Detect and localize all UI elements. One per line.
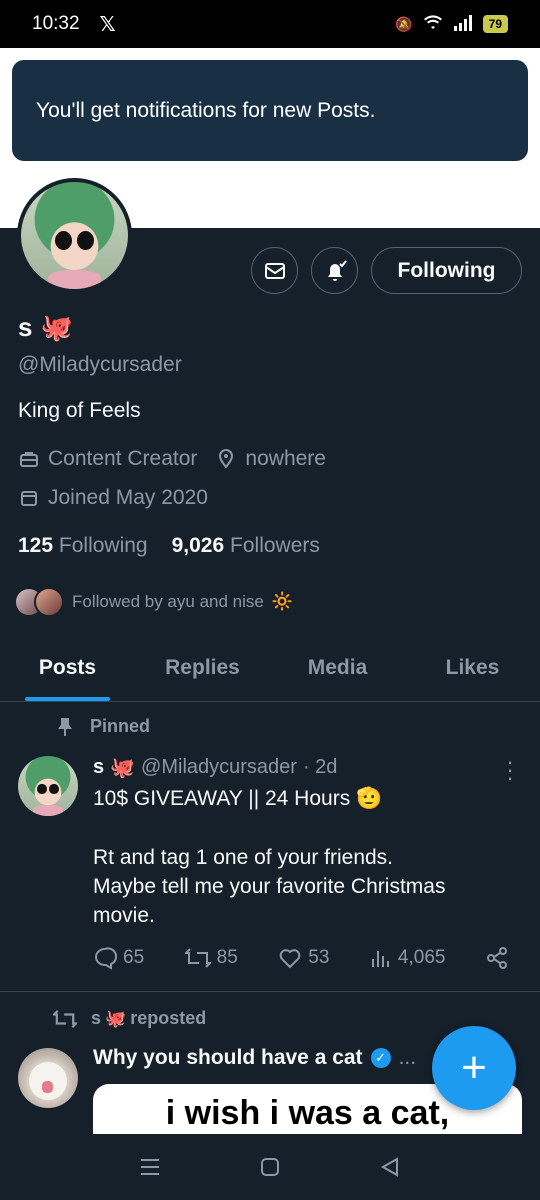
post-text-line: movie.	[93, 904, 155, 927]
profile-avatar[interactable]	[17, 178, 132, 293]
tab-replies[interactable]: Replies	[135, 640, 270, 701]
verified-badge-icon: ✓	[370, 1048, 391, 1068]
share-button[interactable]	[486, 946, 508, 970]
repost-icon	[53, 1009, 77, 1028]
followed-by-text: Followed by ayu and nise	[72, 592, 264, 611]
profile-tabs: Posts Replies Media Likes	[0, 640, 540, 702]
status-bar: 10:32 𝕏 🔕 79	[0, 0, 540, 48]
battery-icon: 79	[482, 15, 508, 33]
location-pin-icon	[215, 448, 237, 470]
post-actions: 65 85 53 4,065	[93, 946, 508, 970]
post-time: · 2d	[302, 756, 338, 778]
follow-counts: 125 Following 9,026 Followers	[18, 534, 320, 558]
pinned-label: Pinned	[56, 716, 150, 737]
profile-name: s 🐙	[18, 312, 73, 343]
following-count-link[interactable]: 125 Following	[18, 534, 148, 558]
message-button[interactable]	[251, 247, 298, 294]
follower-avatar	[34, 587, 64, 617]
compose-button[interactable]: +	[432, 1026, 516, 1110]
post-avatar[interactable]	[18, 756, 78, 816]
ellipsis: ...	[398, 1046, 417, 1069]
notification-toast: You'll get notifications for new Posts.	[12, 60, 528, 161]
reposted-post-header: Why you should have a cat ✓ ...	[93, 1046, 416, 1070]
post-text-line: Rt and tag 1 one of your friends.	[93, 846, 394, 869]
repost-button[interactable]: 85	[184, 946, 238, 970]
following-button[interactable]: Following	[371, 247, 522, 294]
bell-check-icon	[327, 259, 347, 281]
status-time: 10:32	[32, 13, 80, 34]
follower-avatars	[14, 587, 64, 617]
reposted-label: s 🐙 reposted	[53, 1008, 206, 1029]
profile-joined-row: Joined May 2020	[18, 486, 208, 510]
views-icon	[371, 951, 389, 967]
briefcase-icon	[18, 448, 40, 470]
post-author[interactable]: s	[93, 756, 104, 779]
status-icons: 🔕 79	[395, 14, 508, 34]
post-text-line: Maybe tell me your favorite Christmas	[93, 875, 446, 898]
tab-posts[interactable]: Posts	[0, 640, 135, 701]
profile-handle: @Miladycursader	[18, 353, 182, 376]
share-icon	[486, 947, 507, 969]
profile-location: nowhere	[245, 447, 326, 470]
toast-text: You'll get notifications for new Posts.	[36, 98, 376, 122]
wifi-icon	[423, 14, 443, 34]
profile-bio: King of Feels	[18, 399, 141, 422]
mail-icon	[264, 262, 285, 279]
post-text-line: 10$ GIVEAWAY || 24 Hours 🫡	[93, 787, 383, 810]
profile-category: Content Creator	[48, 447, 198, 470]
followed-by-row[interactable]: Followed by ayu and nise 🔆	[14, 587, 293, 617]
heart-icon	[279, 949, 301, 969]
sun-emoji-icon: 🔆	[271, 592, 294, 611]
tab-likes[interactable]: Likes	[405, 640, 540, 701]
back-triangle-icon[interactable]	[370, 1157, 410, 1177]
media-card-text: i wish i was a cat,	[165, 1094, 450, 1132]
post-avatar-image	[18, 756, 78, 816]
more-options-icon[interactable]: · · ·	[505, 751, 515, 789]
plus-icon: +	[461, 1043, 487, 1092]
octopus-emoji-icon: 🐙	[110, 757, 136, 779]
views-button[interactable]: 4,065	[370, 946, 445, 970]
repost-icon	[184, 948, 211, 968]
profile-joined: Joined May 2020	[48, 486, 208, 509]
cat-avatar-image	[18, 1048, 78, 1108]
notifications-button[interactable]	[311, 247, 358, 294]
x-logo-icon: 𝕏	[99, 13, 116, 36]
followers-count-link[interactable]: 9,026 Followers	[172, 534, 320, 558]
tab-media[interactable]: Media	[270, 640, 405, 701]
post-divider	[0, 991, 540, 992]
pin-icon	[58, 717, 72, 736]
shushing-face-emoji-icon: 🫡	[356, 787, 383, 810]
like-button[interactable]: 53	[278, 946, 329, 970]
octopus-emoji-icon: 🐙	[40, 312, 73, 342]
calendar-icon	[18, 487, 40, 509]
system-nav-bar	[0, 1134, 540, 1200]
recents-menu-icon[interactable]	[130, 1157, 170, 1177]
signal-icon	[453, 14, 473, 34]
home-square-icon[interactable]	[250, 1157, 290, 1177]
post-header: s 🐙 @Miladycursader · 2d	[93, 755, 337, 780]
octopus-emoji-icon: 🐙	[105, 1008, 127, 1028]
mute-icon: 🔕	[395, 15, 413, 32]
reply-icon	[95, 947, 117, 970]
display-name: s	[18, 312, 33, 342]
post-handle[interactable]: @Miladycursader	[141, 756, 297, 779]
reposted-author-avatar[interactable]	[18, 1048, 78, 1108]
avatar-image	[21, 182, 128, 289]
reply-button[interactable]: 65	[93, 946, 144, 970]
reposted-author[interactable]: Why you should have a cat	[93, 1046, 363, 1070]
profile-meta-row: Content Creator nowhere	[18, 447, 326, 471]
